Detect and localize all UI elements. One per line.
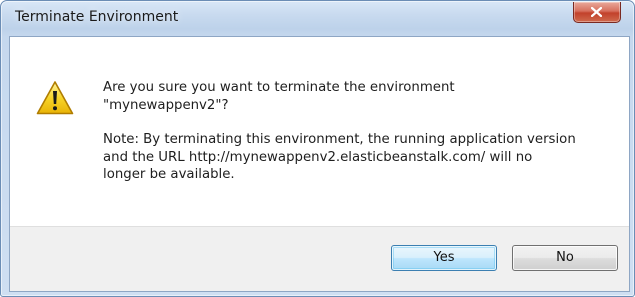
title-bar[interactable]: Terminate Environment [1,1,634,36]
message-area: Are you sure you want to terminate the e… [10,37,629,226]
window-title: Terminate Environment [15,9,179,25]
dialog-client-area: Are you sure you want to terminate the e… [9,36,630,292]
warning-icon [36,81,74,115]
yes-button[interactable]: Yes [391,245,497,271]
dialog-window: Terminate Environment Are you sure you w… [0,0,635,297]
message-question-line1: Are you sure you want to terminate the e… [103,80,455,95]
message-note-line3: longer be available. [103,167,235,182]
message-note-line1: Note: By terminating this environment, t… [103,132,576,147]
close-icon [591,7,602,17]
button-bar: Yes No [10,226,629,291]
no-button[interactable]: No [512,245,618,271]
dialog-message: Are you sure you want to terminate the e… [103,79,608,184]
message-question-line2: "mynewappenv2"? [103,97,229,113]
close-button[interactable] [573,2,621,23]
message-note-line2: and the URL http://mynewappenv2.elasticb… [103,149,533,165]
